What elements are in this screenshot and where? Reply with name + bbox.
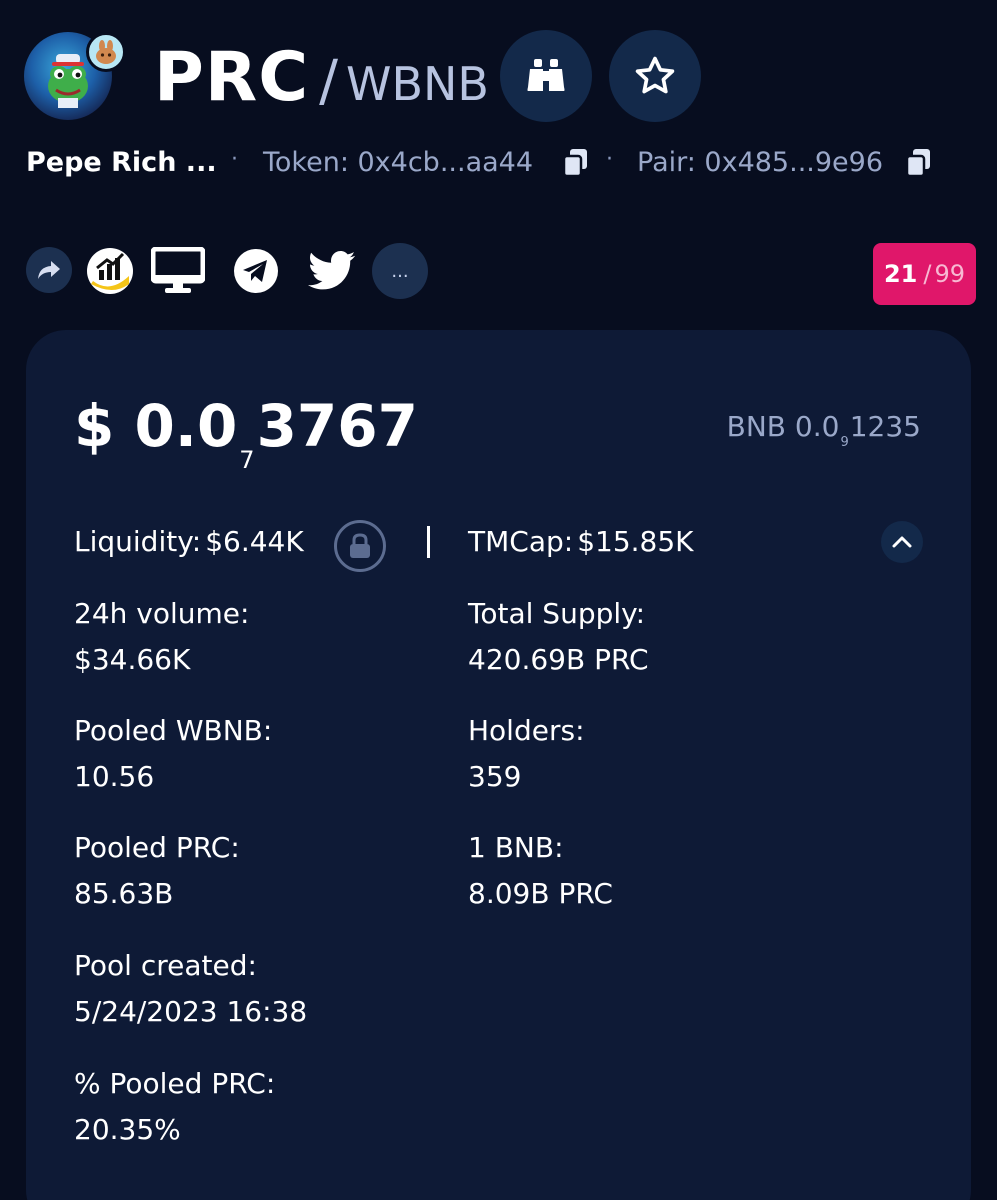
quote-symbol: WBNB bbox=[345, 57, 489, 111]
liquidity-value: $6.44K bbox=[205, 525, 304, 558]
tmcap-label: TMCap: bbox=[468, 525, 574, 558]
stat-pool-created: Pool created: 5/24/2023 16:38 bbox=[74, 943, 307, 1035]
website-link[interactable] bbox=[150, 243, 206, 299]
copy-icon[interactable] bbox=[561, 147, 591, 179]
stat-label: Pool created: bbox=[74, 949, 257, 982]
telegram-icon bbox=[234, 249, 278, 293]
share-arrow-icon bbox=[38, 261, 60, 279]
stat-value: 8.09B PRC bbox=[468, 877, 613, 910]
stat-total-supply: Total Supply: 420.69B PRC bbox=[468, 591, 649, 683]
stat-label: % Pooled PRC: bbox=[74, 1067, 276, 1100]
stat-bnb-rate: 1 BNB: 8.09B PRC bbox=[468, 825, 613, 917]
price-usd: $ 0.073767 bbox=[74, 392, 418, 474]
stat-label: Pooled WBNB: bbox=[74, 714, 273, 747]
liquidity-lock-button[interactable] bbox=[334, 520, 386, 572]
stat-value: 10.56 bbox=[74, 760, 155, 793]
copy-icon[interactable] bbox=[904, 147, 934, 179]
binoculars-icon bbox=[527, 59, 565, 91]
price-usd-zero-count: 7 bbox=[239, 446, 255, 474]
price-bnb: BNB 0.091235 bbox=[727, 410, 921, 450]
separator-dot: · bbox=[231, 147, 238, 172]
stat-holders: Holders: 359 bbox=[468, 708, 585, 800]
stat-label: Pooled PRC: bbox=[74, 831, 240, 864]
token-avatar bbox=[24, 32, 126, 124]
stat-pct-pooled: % Pooled PRC: 20.35% bbox=[74, 1061, 275, 1153]
stat-value: 20.35% bbox=[74, 1113, 181, 1146]
monitor-icon bbox=[151, 247, 205, 293]
token-info-row: Pepe Rich ... · Token: 0x4cb...aa44 · Pa… bbox=[26, 145, 976, 185]
coinmarketcap-chart-icon bbox=[87, 248, 133, 294]
chart-link[interactable] bbox=[82, 243, 138, 299]
price-usd-digits: 3767 bbox=[256, 392, 419, 460]
stat-label: Total Supply: bbox=[468, 597, 646, 630]
pancakeswap-bunny-icon bbox=[86, 32, 126, 72]
stat-label: 24h volume: bbox=[74, 597, 250, 630]
stat-value: 359 bbox=[468, 760, 522, 793]
score-max: 99 bbox=[934, 260, 966, 288]
watch-button[interactable] bbox=[500, 30, 592, 122]
price-bnb-zero-count: 9 bbox=[840, 435, 849, 450]
score-badge[interactable]: 21 / 99 bbox=[873, 243, 976, 305]
collapse-button[interactable] bbox=[881, 521, 923, 563]
stat-pooled-prc: Pooled PRC: 85.63B bbox=[74, 825, 240, 917]
twitter-link[interactable] bbox=[304, 243, 360, 299]
tmcap-metric: TMCap: $15.85K bbox=[468, 525, 694, 558]
stat-value: 5/24/2023 16:38 bbox=[74, 995, 308, 1028]
stat-value: 85.63B bbox=[74, 877, 174, 910]
telegram-link[interactable] bbox=[228, 243, 284, 299]
token-name: Pepe Rich ... bbox=[26, 147, 217, 178]
lock-icon bbox=[350, 533, 370, 558]
social-links: ... 21 / 99 bbox=[26, 243, 976, 305]
more-links-button[interactable]: ... bbox=[372, 243, 428, 299]
price-bnb-digits: 1235 bbox=[849, 410, 921, 443]
price-bnb-prefix: BNB 0.0 bbox=[726, 410, 840, 443]
stat-label: Holders: bbox=[468, 714, 585, 747]
metric-divider bbox=[427, 526, 430, 558]
twitter-bird-icon bbox=[308, 251, 356, 290]
pair-slash: / bbox=[319, 49, 338, 114]
base-symbol: PRC bbox=[154, 38, 310, 117]
pair-title: PRC / WBNB bbox=[154, 38, 489, 117]
pair-address[interactable]: Pair: 0x485...9e96 bbox=[637, 147, 883, 178]
score-separator: / bbox=[923, 260, 932, 288]
token-address[interactable]: Token: 0x4cb...aa44 bbox=[263, 147, 533, 178]
separator-dot: · bbox=[606, 147, 613, 172]
share-button[interactable] bbox=[26, 247, 72, 293]
stat-label: 1 BNB: bbox=[468, 831, 564, 864]
liquidity-metric: Liquidity: $6.44K bbox=[74, 525, 304, 558]
score-value: 21 bbox=[883, 260, 918, 288]
liquidity-label: Liquidity: bbox=[74, 525, 202, 558]
pair-stats-card: $ 0.073767 BNB 0.091235 Liquidity: $6.44… bbox=[26, 330, 971, 1200]
favorite-button[interactable] bbox=[609, 30, 701, 122]
stat-volume: 24h volume: $34.66K bbox=[74, 591, 249, 683]
tmcap-value: $15.85K bbox=[577, 525, 694, 558]
stat-value: 420.69B PRC bbox=[468, 643, 649, 676]
chevron-up-icon bbox=[892, 536, 912, 548]
stat-value: $34.66K bbox=[74, 643, 191, 676]
price-usd-prefix: $ 0.0 bbox=[74, 392, 238, 460]
pair-header: PRC / WBNB bbox=[24, 30, 974, 125]
more-icon: ... bbox=[391, 260, 409, 282]
stat-pooled-wbnb: Pooled WBNB: 10.56 bbox=[74, 708, 272, 800]
star-icon bbox=[635, 56, 675, 94]
